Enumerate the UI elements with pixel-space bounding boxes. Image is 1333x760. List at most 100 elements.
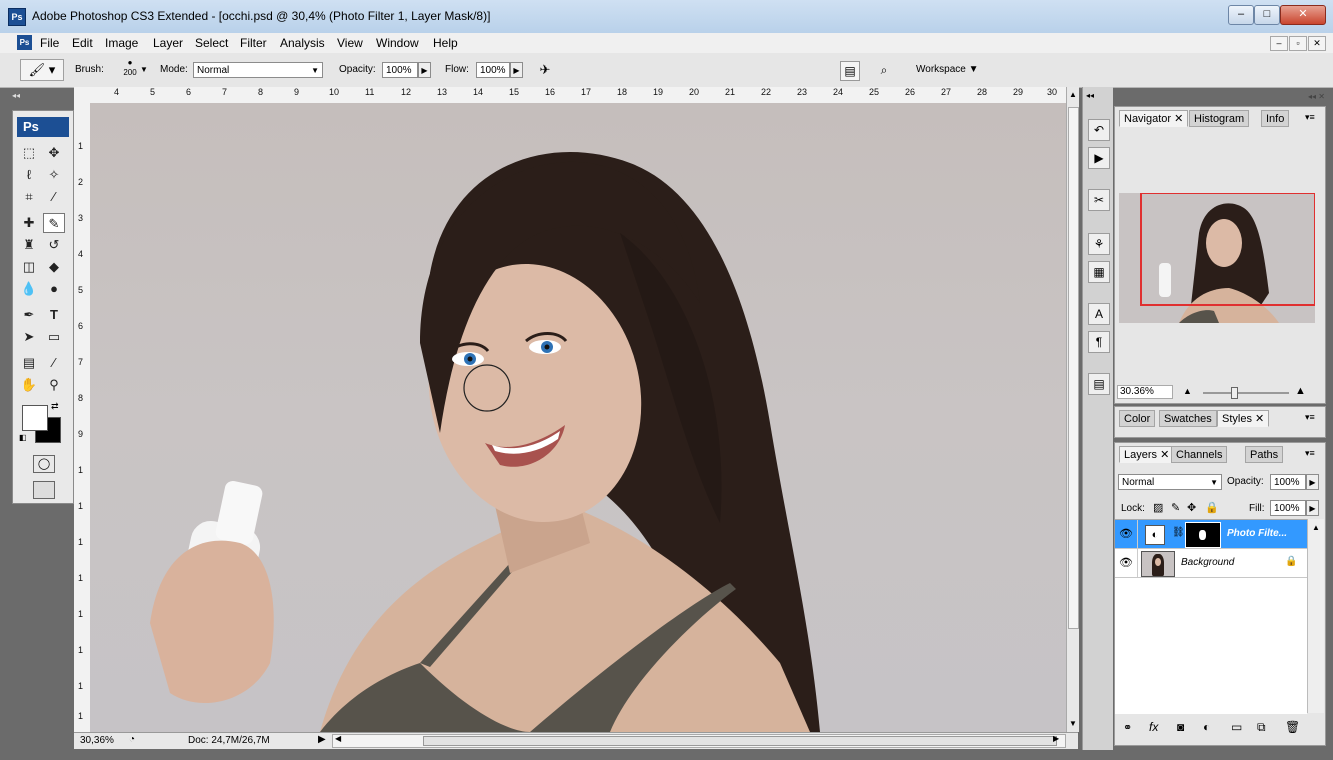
tab-paths[interactable]: Paths	[1245, 446, 1284, 463]
airbrush-icon[interactable]: ✈	[534, 60, 556, 80]
menu-window[interactable]: Window	[376, 36, 419, 50]
panel-menu-icon[interactable]: ▾≡	[1305, 448, 1315, 459]
menu-analysis[interactable]: Analysis	[280, 36, 325, 50]
flow-input[interactable]: 100%	[476, 62, 510, 78]
navigator-zoom-thumb[interactable]	[1231, 387, 1238, 399]
zoom-tool-icon[interactable]: ⚲	[43, 375, 65, 395]
rectangle-tool-icon[interactable]: ▭	[43, 327, 65, 347]
dock-collapse-icon[interactable]: ◂◂	[1086, 91, 1094, 100]
eyedropper-tool-icon[interactable]: ⁄	[43, 353, 65, 373]
character-panel-icon[interactable]: A	[1088, 303, 1110, 325]
pen-tool-icon[interactable]: ✒	[18, 305, 40, 325]
new-layer-icon[interactable]: ⧉	[1257, 720, 1266, 735]
default-colors-icon[interactable]: ◧	[19, 433, 27, 442]
notes-tool-icon[interactable]: ▤	[18, 353, 40, 373]
mode-select[interactable]: Normal ▼	[193, 62, 323, 78]
marquee-tool-icon[interactable]: ⬚	[18, 143, 40, 163]
tool-presets-icon[interactable]: ✂	[1088, 189, 1110, 211]
bridge-icon[interactable]: ⌕	[873, 61, 895, 79]
tab-layers[interactable]: Layers ✕	[1119, 446, 1175, 463]
toolbox-collapse-icon[interactable]: ◂◂	[12, 91, 72, 101]
zoom-level[interactable]: 30,36%	[80, 735, 114, 746]
zoom-in-icon[interactable]: ▲	[1295, 385, 1306, 397]
brush-dropdown-arrow[interactable]: ▼	[140, 65, 148, 74]
swap-colors-icon[interactable]: ⇄	[51, 401, 59, 412]
crop-tool-icon[interactable]: ⌗	[18, 187, 40, 207]
menu-layer[interactable]: Layer	[153, 36, 183, 50]
maximize-button[interactable]: □	[1254, 5, 1280, 25]
tool-preset-picker[interactable]: 🖌 ▾	[20, 59, 64, 81]
layer-name[interactable]: Photo Filte...	[1227, 528, 1287, 539]
eye-icon[interactable]: 👁	[1119, 527, 1133, 540]
horizontal-scroll-thumb[interactable]	[423, 736, 1057, 746]
history-panel-icon[interactable]: ↶	[1088, 119, 1110, 141]
hand-tool-icon[interactable]: ✋	[18, 375, 40, 395]
opacity-slider-button[interactable]: ▶	[418, 62, 431, 78]
dodge-tool-icon[interactable]: ●	[43, 279, 65, 299]
link-layers-icon[interactable]: ⚭	[1123, 721, 1132, 734]
status-menu-arrow[interactable]: ▶	[318, 734, 326, 745]
vertical-scroll-thumb[interactable]	[1068, 107, 1079, 629]
fill-slider-button[interactable]: ▶	[1306, 500, 1319, 516]
brushes-panel-icon[interactable]: ⚘	[1088, 233, 1110, 255]
workspace-button[interactable]: Workspace ▼	[908, 60, 996, 80]
scroll-right-arrow[interactable]: ▶	[1053, 734, 1059, 743]
panel-menu-icon[interactable]: ▾≡	[1305, 112, 1315, 123]
paint-bucket-tool-icon[interactable]: ◆	[43, 257, 65, 277]
new-group-icon[interactable]: ▭	[1231, 720, 1242, 734]
background-layer-thumbnail[interactable]	[1141, 551, 1175, 577]
lock-transparent-icon[interactable]: ▨	[1153, 501, 1163, 514]
navigator-zoom-slider[interactable]	[1203, 392, 1289, 394]
tab-histogram[interactable]: Histogram	[1189, 110, 1250, 127]
opacity-input[interactable]: 100%	[382, 62, 418, 78]
horizontal-scrollbar[interactable]: ◀ ▶	[332, 734, 1066, 748]
zoom-out-icon[interactable]: ▲	[1183, 386, 1192, 396]
add-mask-icon[interactable]: ◙	[1177, 720, 1184, 734]
palette-well-icon[interactable]: ▤	[840, 61, 860, 81]
scroll-down-arrow[interactable]: ▼	[1069, 719, 1077, 728]
move-tool-icon[interactable]: ✥	[43, 143, 65, 163]
layer-opacity-input[interactable]: 100%	[1270, 474, 1306, 490]
layers-scrollbar[interactable]: ▲	[1307, 519, 1324, 713]
toolbox-logo[interactable]: Ps	[17, 117, 69, 137]
lock-image-icon[interactable]: ✎	[1171, 501, 1180, 514]
layer-style-icon[interactable]: fx	[1149, 720, 1158, 734]
tab-color[interactable]: Color	[1119, 410, 1156, 427]
path-selection-tool-icon[interactable]: ➤	[18, 327, 40, 347]
new-adjustment-layer-icon[interactable]: ◐	[1203, 720, 1210, 734]
clone-stamp-tool-icon[interactable]: ♜	[18, 235, 40, 255]
slice-tool-icon[interactable]: ⁄	[43, 187, 65, 207]
doc-minimize-button[interactable]: –	[1270, 36, 1288, 51]
minimize-button[interactable]: –	[1228, 5, 1254, 25]
blur-tool-icon[interactable]: 💧	[18, 279, 40, 299]
blend-mode-select[interactable]: Normal ▼	[1118, 474, 1222, 490]
panel-collapse-icon[interactable]: ◂◂ ✕	[1115, 92, 1325, 104]
lasso-tool-icon[interactable]: ℓ	[18, 165, 40, 185]
tab-styles[interactable]: Styles ✕	[1217, 410, 1270, 427]
close-button[interactable]: ✕	[1280, 5, 1326, 25]
layer-mask-thumbnail[interactable]	[1185, 522, 1221, 548]
layer-row-background[interactable]: 👁 Background 🔒	[1115, 549, 1307, 578]
tab-channels[interactable]: Channels	[1171, 446, 1228, 463]
tab-navigator[interactable]: Navigator ✕	[1119, 110, 1189, 127]
eraser-tool-icon[interactable]: ◫	[18, 257, 40, 277]
lock-position-icon[interactable]: ✥	[1187, 501, 1196, 514]
foreground-color-swatch-top[interactable]	[22, 405, 48, 431]
menu-select[interactable]: Select	[195, 36, 228, 50]
document-icon[interactable]: Ps	[17, 35, 32, 50]
healing-brush-tool-icon[interactable]: ✚	[18, 213, 40, 233]
actions-panel-icon[interactable]: ▶	[1088, 147, 1110, 169]
doc-restore-button[interactable]: ▫	[1289, 36, 1307, 51]
tab-info[interactable]: Info	[1261, 110, 1290, 127]
document-canvas[interactable]	[90, 103, 1066, 732]
layer-opacity-slider-button[interactable]: ▶	[1306, 474, 1319, 490]
status-info-icon[interactable]: ◔	[129, 734, 135, 745]
history-brush-tool-icon[interactable]: ↺	[43, 235, 65, 255]
clone-source-icon[interactable]: ▦	[1088, 261, 1110, 283]
chain-link-icon[interactable]: ⛓	[1172, 527, 1185, 538]
scroll-left-arrow[interactable]: ◀	[335, 734, 341, 743]
navigator-thumbnail[interactable]	[1119, 193, 1315, 323]
flow-slider-button[interactable]: ▶	[510, 62, 523, 78]
menu-image[interactable]: Image	[105, 36, 138, 50]
layer-row-photo-filter[interactable]: 👁 ◐ ⛓ Photo Filte...	[1115, 520, 1307, 549]
